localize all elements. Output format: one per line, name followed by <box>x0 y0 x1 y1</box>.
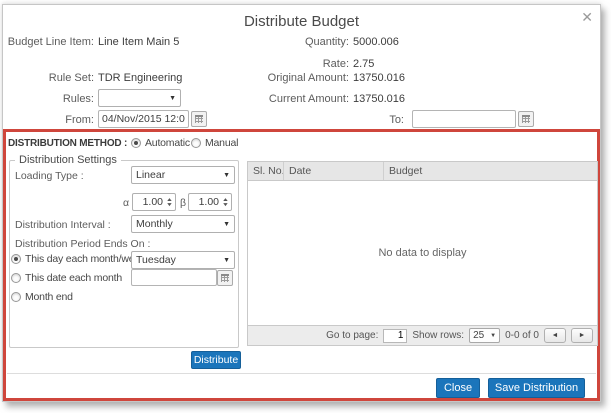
page-number-input[interactable] <box>383 329 407 343</box>
original-amount-label: Original Amount: <box>243 72 349 84</box>
loading-type-value: Linear <box>136 169 165 181</box>
radio-icon <box>191 138 201 148</box>
quantity-value: 5000.006 <box>353 36 399 48</box>
period-date-each-month-label: This date each month <box>25 272 122 284</box>
next-page-button[interactable]: ► <box>571 328 593 343</box>
distribution-interval-label: Distribution Interval : <box>15 219 111 231</box>
quantity-label: Quantity: <box>243 36 349 48</box>
distribution-interval-dropdown[interactable]: Monthly ▼ <box>131 215 235 233</box>
method-automatic-label: Automatic <box>145 137 190 149</box>
empty-table-message: No data to display <box>248 247 597 259</box>
chevron-down-icon: ▼ <box>223 257 230 264</box>
radio-icon <box>131 138 141 148</box>
period-day-each-week-label: This day each month/week <box>25 253 145 265</box>
spinner-buttons[interactable]: ▲▼ <box>220 194 231 210</box>
distribute-button[interactable]: Distribute <box>191 351 241 369</box>
row-range-text: 0-0 of 0 <box>505 330 539 341</box>
spinner-buttons[interactable]: ▲▼ <box>164 194 175 210</box>
show-rows-label: Show rows: <box>412 330 464 341</box>
radio-icon <box>11 254 21 264</box>
spinner-down-icon[interactable]: ▼ <box>166 203 173 207</box>
beta-value: 1.00 <box>189 194 220 210</box>
save-distribution-button[interactable]: Save Distribution <box>488 378 585 398</box>
original-amount-value: 13750.016 <box>353 72 405 84</box>
distribution-table: Sl. No. Date Budget No data to display G… <box>247 161 598 346</box>
method-radio-automatic[interactable]: Automatic <box>131 137 190 149</box>
to-calendar-icon[interactable] <box>518 111 534 127</box>
beta-label: β <box>180 197 186 209</box>
chevron-down-icon: ▼ <box>223 221 230 228</box>
distribution-method-label: DISTRIBUTION METHOD : <box>8 138 127 149</box>
from-date-input[interactable] <box>98 110 189 128</box>
period-radio-month-end[interactable]: Month end <box>11 291 73 303</box>
column-header-sl-no: Sl. No. <box>248 162 284 180</box>
rate-value: 2.75 <box>353 58 374 70</box>
close-button[interactable]: Close <box>436 378 480 398</box>
budget-line-item-value: Line Item Main 5 <box>98 36 179 48</box>
go-to-page-label: Go to page: <box>326 330 378 341</box>
date-each-month-input[interactable] <box>131 269 217 286</box>
period-month-end-label: Month end <box>25 291 73 303</box>
period-radio-day-each-week[interactable]: This day each month/week <box>11 253 145 265</box>
weekday-dropdown[interactable]: Tuesday ▼ <box>131 251 235 269</box>
chevron-down-icon: ▼ <box>169 95 176 102</box>
alpha-label: α <box>123 197 129 209</box>
footer-divider <box>7 373 596 374</box>
current-amount-value: 13750.016 <box>353 93 405 105</box>
table-body: No data to display <box>248 181 597 325</box>
chevron-down-icon: ▼ <box>490 333 496 339</box>
pagination-bar: Go to page: Show rows: 25 ▼ 0-0 of 0 ◄ ► <box>248 325 597 345</box>
beta-spinner[interactable]: 1.00 ▲▼ <box>188 193 232 211</box>
radio-icon <box>11 292 21 302</box>
rate-label: Rate: <box>243 58 349 70</box>
rows-per-page-select[interactable]: 25 ▼ <box>469 328 500 343</box>
to-label: To: <box>333 114 404 126</box>
spinner-down-icon[interactable]: ▼ <box>222 203 229 207</box>
column-header-date: Date <box>284 162 384 180</box>
alpha-spinner[interactable]: 1.00 ▲▼ <box>132 193 176 211</box>
rule-set-label: Rule Set: <box>3 72 94 84</box>
method-radio-manual[interactable]: Manual <box>191 137 238 149</box>
current-amount-label: Current Amount: <box>243 93 349 105</box>
alpha-value: 1.00 <box>133 194 164 210</box>
dialog-title: Distribute Budget <box>3 13 600 30</box>
radio-icon <box>11 273 21 283</box>
distribution-settings-legend: Distribution Settings <box>15 154 121 166</box>
close-icon[interactable]: ✕ <box>581 9 593 26</box>
arrow-right-icon: ► <box>579 332 586 339</box>
from-label: From: <box>3 114 94 126</box>
loading-type-dropdown[interactable]: Linear ▼ <box>131 166 235 184</box>
rules-dropdown[interactable]: ▼ <box>98 89 181 107</box>
to-date-input[interactable] <box>412 110 516 128</box>
distribution-interval-value: Monthly <box>136 218 173 230</box>
rule-set-value: TDR Engineering <box>98 72 182 84</box>
chevron-down-icon: ▼ <box>223 172 230 179</box>
rules-label: Rules: <box>3 93 94 105</box>
method-manual-label: Manual <box>205 137 238 149</box>
budget-line-item-label: Budget Line Item: <box>3 36 94 48</box>
weekday-value: Tuesday <box>136 254 176 266</box>
distribute-budget-dialog: Distribute Budget ✕ Budget Line Item: Li… <box>2 4 601 402</box>
table-header-row: Sl. No. Date Budget <box>248 162 597 181</box>
column-header-budget: Budget <box>384 162 597 180</box>
from-calendar-icon[interactable] <box>191 111 207 127</box>
arrow-left-icon: ◄ <box>552 332 559 339</box>
previous-page-button[interactable]: ◄ <box>544 328 566 343</box>
period-radio-date-each-month[interactable]: This date each month <box>11 272 122 284</box>
loading-type-label: Loading Type : <box>15 170 84 182</box>
period-ends-on-label: Distribution Period Ends On : <box>15 238 150 250</box>
rows-per-page-value: 25 <box>473 330 484 341</box>
date-each-month-calendar-icon[interactable] <box>217 270 233 286</box>
